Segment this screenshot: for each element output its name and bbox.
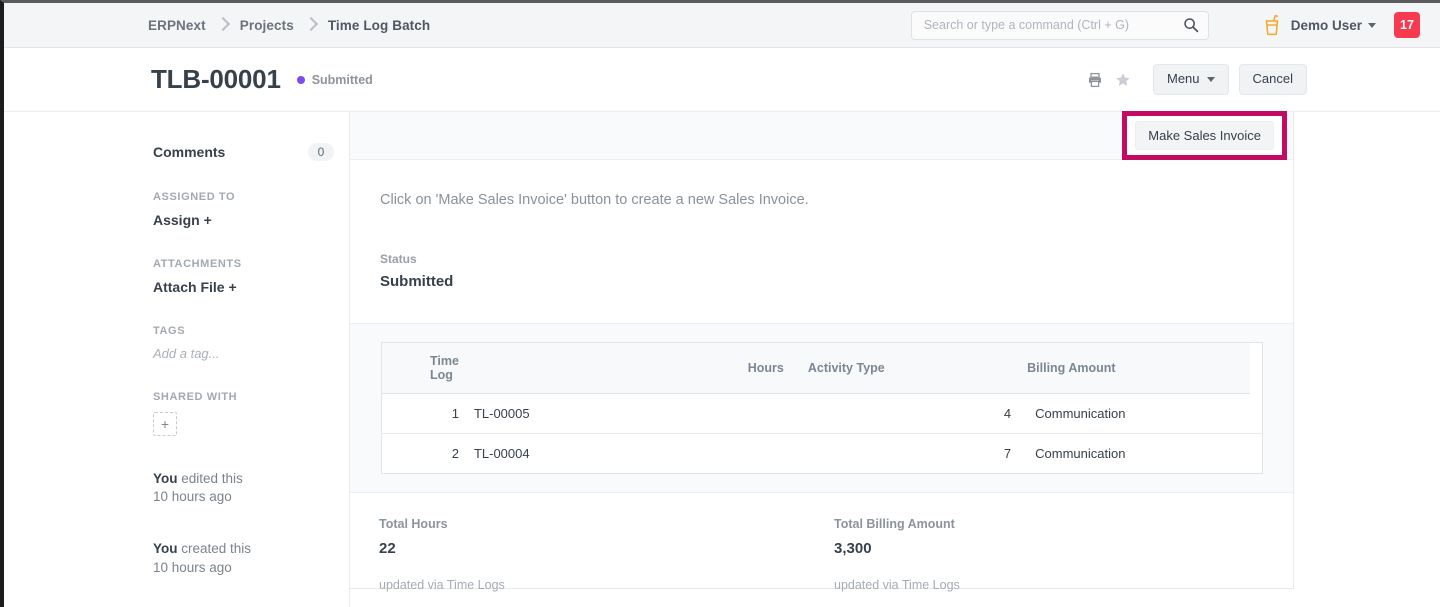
time-logs-grid-section: Time Log Hours Activity Type Billing Amo… [350, 323, 1293, 493]
sidebar-add-tag-input[interactable]: Add a tag... [153, 346, 349, 361]
cell-time-log[interactable]: TL-00005 [468, 394, 788, 434]
cell-activity-type[interactable]: Communication [1015, 394, 1250, 434]
row-index: 2 [382, 434, 468, 474]
app-window: ERPNext Projects Time Log Batch [0, 0, 1440, 607]
activity-time: 10 hours ago [153, 488, 349, 506]
star-icon[interactable] [1109, 66, 1137, 94]
sidebar-attach-file-button[interactable]: Attach File + [153, 279, 349, 295]
sidebar-tags-label: TAGS [153, 325, 349, 337]
table-row[interactable]: 2 TL-00004 7 Communication [382, 434, 1263, 474]
breadcrumb-item-projects[interactable]: Projects [240, 18, 294, 33]
sidebar-comments-label: Comments [153, 144, 225, 160]
intro-instruction-text: Click on 'Make Sales Invoice' button to … [380, 192, 1293, 208]
breadcrumb-separator-icon [294, 18, 328, 33]
total-hours-value: 22 [379, 540, 834, 557]
table-row[interactable]: 1 TL-00005 4 Communication [382, 394, 1263, 434]
global-search[interactable] [911, 11, 1209, 40]
sidebar-assign-button[interactable]: Assign + [153, 212, 349, 228]
user-menu[interactable]: Demo User [1291, 18, 1376, 33]
breadcrumb-separator-icon [206, 18, 240, 33]
total-hours-field: Total Hours 22 updated via Time Logs [379, 517, 834, 592]
page-title: TLB-00001 [151, 64, 281, 95]
activity-time: 10 hours ago [153, 559, 349, 577]
sidebar-attachments-label: ATTACHMENTS [153, 258, 349, 270]
sidebar-share-add-button[interactable]: + [153, 412, 177, 436]
activity-action: edited this [181, 471, 243, 486]
activity-actor: You [153, 471, 178, 486]
total-hours-label: Total Hours [379, 517, 834, 531]
activity-action: created this [181, 541, 251, 556]
breadcrumb-item-time-log-batch[interactable]: Time Log Batch [328, 18, 430, 33]
row-index: 1 [382, 394, 468, 434]
drink-cup-icon[interactable] [1263, 14, 1281, 36]
totals-row: Total Hours 22 updated via Time Logs Tot… [379, 517, 1293, 592]
chevron-down-icon [1368, 23, 1376, 28]
sidebar-comments-count: 0 [308, 143, 334, 161]
total-billing-amount-field: Total Billing Amount 3,300 updated via T… [834, 517, 1289, 592]
cell-hours[interactable]: 4 [788, 394, 1015, 434]
notification-badge[interactable]: 17 [1394, 12, 1420, 38]
cell-billing-amount[interactable] [1250, 394, 1263, 434]
activity-item-created: You created this 10 hours ago [153, 540, 349, 576]
navbar-right-group: Demo User 17 [911, 3, 1440, 47]
breadcrumb-item-erpnext[interactable]: ERPNext [148, 18, 206, 33]
cell-hours[interactable]: 7 [788, 434, 1015, 474]
status-label: Submitted [312, 73, 373, 87]
cell-billing-amount[interactable] [1250, 434, 1263, 474]
menu-button[interactable]: Menu [1153, 64, 1229, 94]
table-header-row: Time Log Hours Activity Type Billing Amo… [382, 343, 1263, 394]
content-toolbar: Make Sales Invoice [350, 112, 1293, 160]
sidebar-shared-with-label: SHARED WITH [153, 391, 349, 403]
chevron-down-icon [1207, 77, 1215, 82]
status-field-label: Status [380, 252, 1293, 266]
cell-activity-type[interactable]: Communication [1015, 434, 1250, 474]
sidebar-comments-row[interactable]: Comments 0 [153, 143, 334, 161]
status-badge: Submitted [297, 73, 373, 87]
cancel-button[interactable]: Cancel [1239, 64, 1307, 94]
page-body: Comments 0 ASSIGNED TO Assign + ATTACHME… [4, 112, 1440, 607]
menu-button-label: Menu [1167, 71, 1200, 87]
total-billing-amount-label: Total Billing Amount [834, 517, 1289, 531]
activity-item-edited: You edited this 10 hours ago [153, 470, 349, 506]
column-header-billing-amount[interactable]: Billing Amount [1015, 343, 1250, 394]
column-header-hours[interactable]: Hours [468, 343, 788, 394]
document-content: Make Sales Invoice Click on 'Make Sales … [350, 112, 1295, 607]
make-sales-invoice-highlight: Make Sales Invoice [1122, 111, 1287, 160]
total-billing-amount-value: 3,300 [834, 540, 1289, 557]
activity-actor: You [153, 541, 178, 556]
status-dot-icon [297, 76, 305, 84]
top-navbar: ERPNext Projects Time Log Batch [4, 3, 1440, 48]
total-billing-amount-note: updated via Time Logs [834, 578, 1289, 592]
user-name-label: Demo User [1291, 18, 1362, 33]
breadcrumb: ERPNext Projects Time Log Batch [148, 18, 430, 33]
titlebar-actions: Menu Cancel [1081, 64, 1307, 94]
cell-time-log[interactable]: TL-00004 [468, 434, 788, 474]
content-panel: Make Sales Invoice Click on 'Make Sales … [350, 112, 1294, 589]
time-logs-table: Time Log Hours Activity Type Billing Amo… [381, 342, 1263, 474]
column-header-activity-type[interactable]: Activity Type [788, 343, 1015, 394]
printer-icon[interactable] [1081, 66, 1109, 94]
document-sidebar: Comments 0 ASSIGNED TO Assign + ATTACHME… [4, 112, 350, 607]
total-hours-note: updated via Time Logs [379, 578, 834, 592]
document-titlebar: TLB-00001 Submitted Menu C [4, 48, 1440, 112]
status-field: Status Submitted [380, 252, 1293, 290]
search-icon[interactable] [1183, 17, 1199, 33]
make-sales-invoice-button[interactable]: Make Sales Invoice [1135, 121, 1274, 150]
column-header-time-log[interactable]: Time Log [382, 343, 468, 394]
search-input[interactable] [922, 17, 1176, 33]
sidebar-assigned-to-label: ASSIGNED TO [153, 191, 349, 203]
status-field-value: Submitted [380, 273, 1293, 290]
